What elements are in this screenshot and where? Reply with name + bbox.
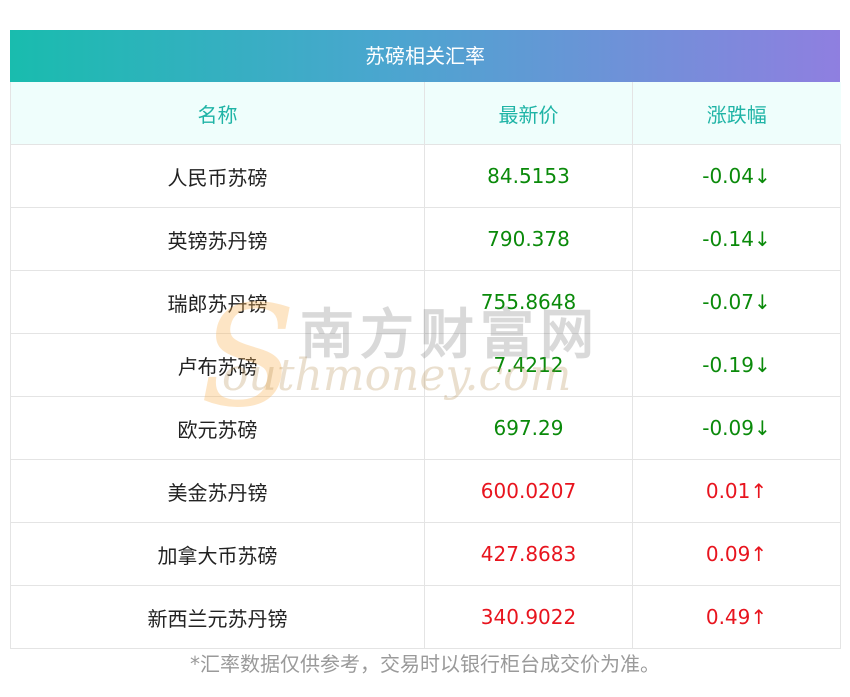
currency-name: 英镑苏丹镑 [10,207,425,271]
currency-name: 新西兰元苏丹镑 [10,585,425,649]
latest-price: 7.4212 [424,333,633,397]
latest-price: 697.29 [424,396,633,460]
exchange-rate-card: 苏磅相关汇率 名称 最新价 涨跌幅 人民币苏磅 84.5153 -0.04↓ 英… [10,30,841,649]
latest-price: 340.9022 [424,585,633,649]
column-header-name: 名称 [10,82,425,145]
price-change: 0.09↑ [632,522,841,586]
disclaimer-note: *汇率数据仅供参考，交易时以银行柜台成交价为准。 [190,652,660,676]
price-change: -0.04↓ [632,144,841,208]
latest-price: 84.5153 [424,144,633,208]
price-change: -0.07↓ [632,270,841,334]
currency-name: 人民币苏磅 [10,144,425,208]
table-row: 瑞郎苏丹镑 755.8648 -0.07↓ [10,270,841,334]
price-change: -0.19↓ [632,333,841,397]
price-change: 0.49↑ [632,585,841,649]
table-row: 欧元苏磅 697.29 -0.09↓ [10,396,841,460]
latest-price: 600.0207 [424,459,633,523]
table-row: 人民币苏磅 84.5153 -0.04↓ [10,144,841,208]
column-header-change: 涨跌幅 [632,82,841,145]
card-title: 苏磅相关汇率 [10,30,840,82]
currency-name: 美金苏丹镑 [10,459,425,523]
currency-name: 欧元苏磅 [10,396,425,460]
table-row: 加拿大币苏磅 427.8683 0.09↑ [10,522,841,586]
table-row: 新西兰元苏丹镑 340.9022 0.49↑ [10,585,841,649]
price-change: 0.01↑ [632,459,841,523]
currency-name: 瑞郎苏丹镑 [10,270,425,334]
price-change: -0.09↓ [632,396,841,460]
price-change: -0.14↓ [632,207,841,271]
currency-name: 加拿大币苏磅 [10,522,425,586]
table-row: 英镑苏丹镑 790.378 -0.14↓ [10,207,841,271]
table-row: 卢布苏磅 7.4212 -0.19↓ [10,333,841,397]
table-header-row: 名称 最新价 涨跌幅 [10,82,841,145]
table-row: 美金苏丹镑 600.0207 0.01↑ [10,459,841,523]
latest-price: 755.8648 [424,270,633,334]
latest-price: 427.8683 [424,522,633,586]
currency-name: 卢布苏磅 [10,333,425,397]
latest-price: 790.378 [424,207,633,271]
rates-table: 名称 最新价 涨跌幅 人民币苏磅 84.5153 -0.04↓ 英镑苏丹镑 79… [10,82,841,649]
column-header-price: 最新价 [424,82,633,145]
